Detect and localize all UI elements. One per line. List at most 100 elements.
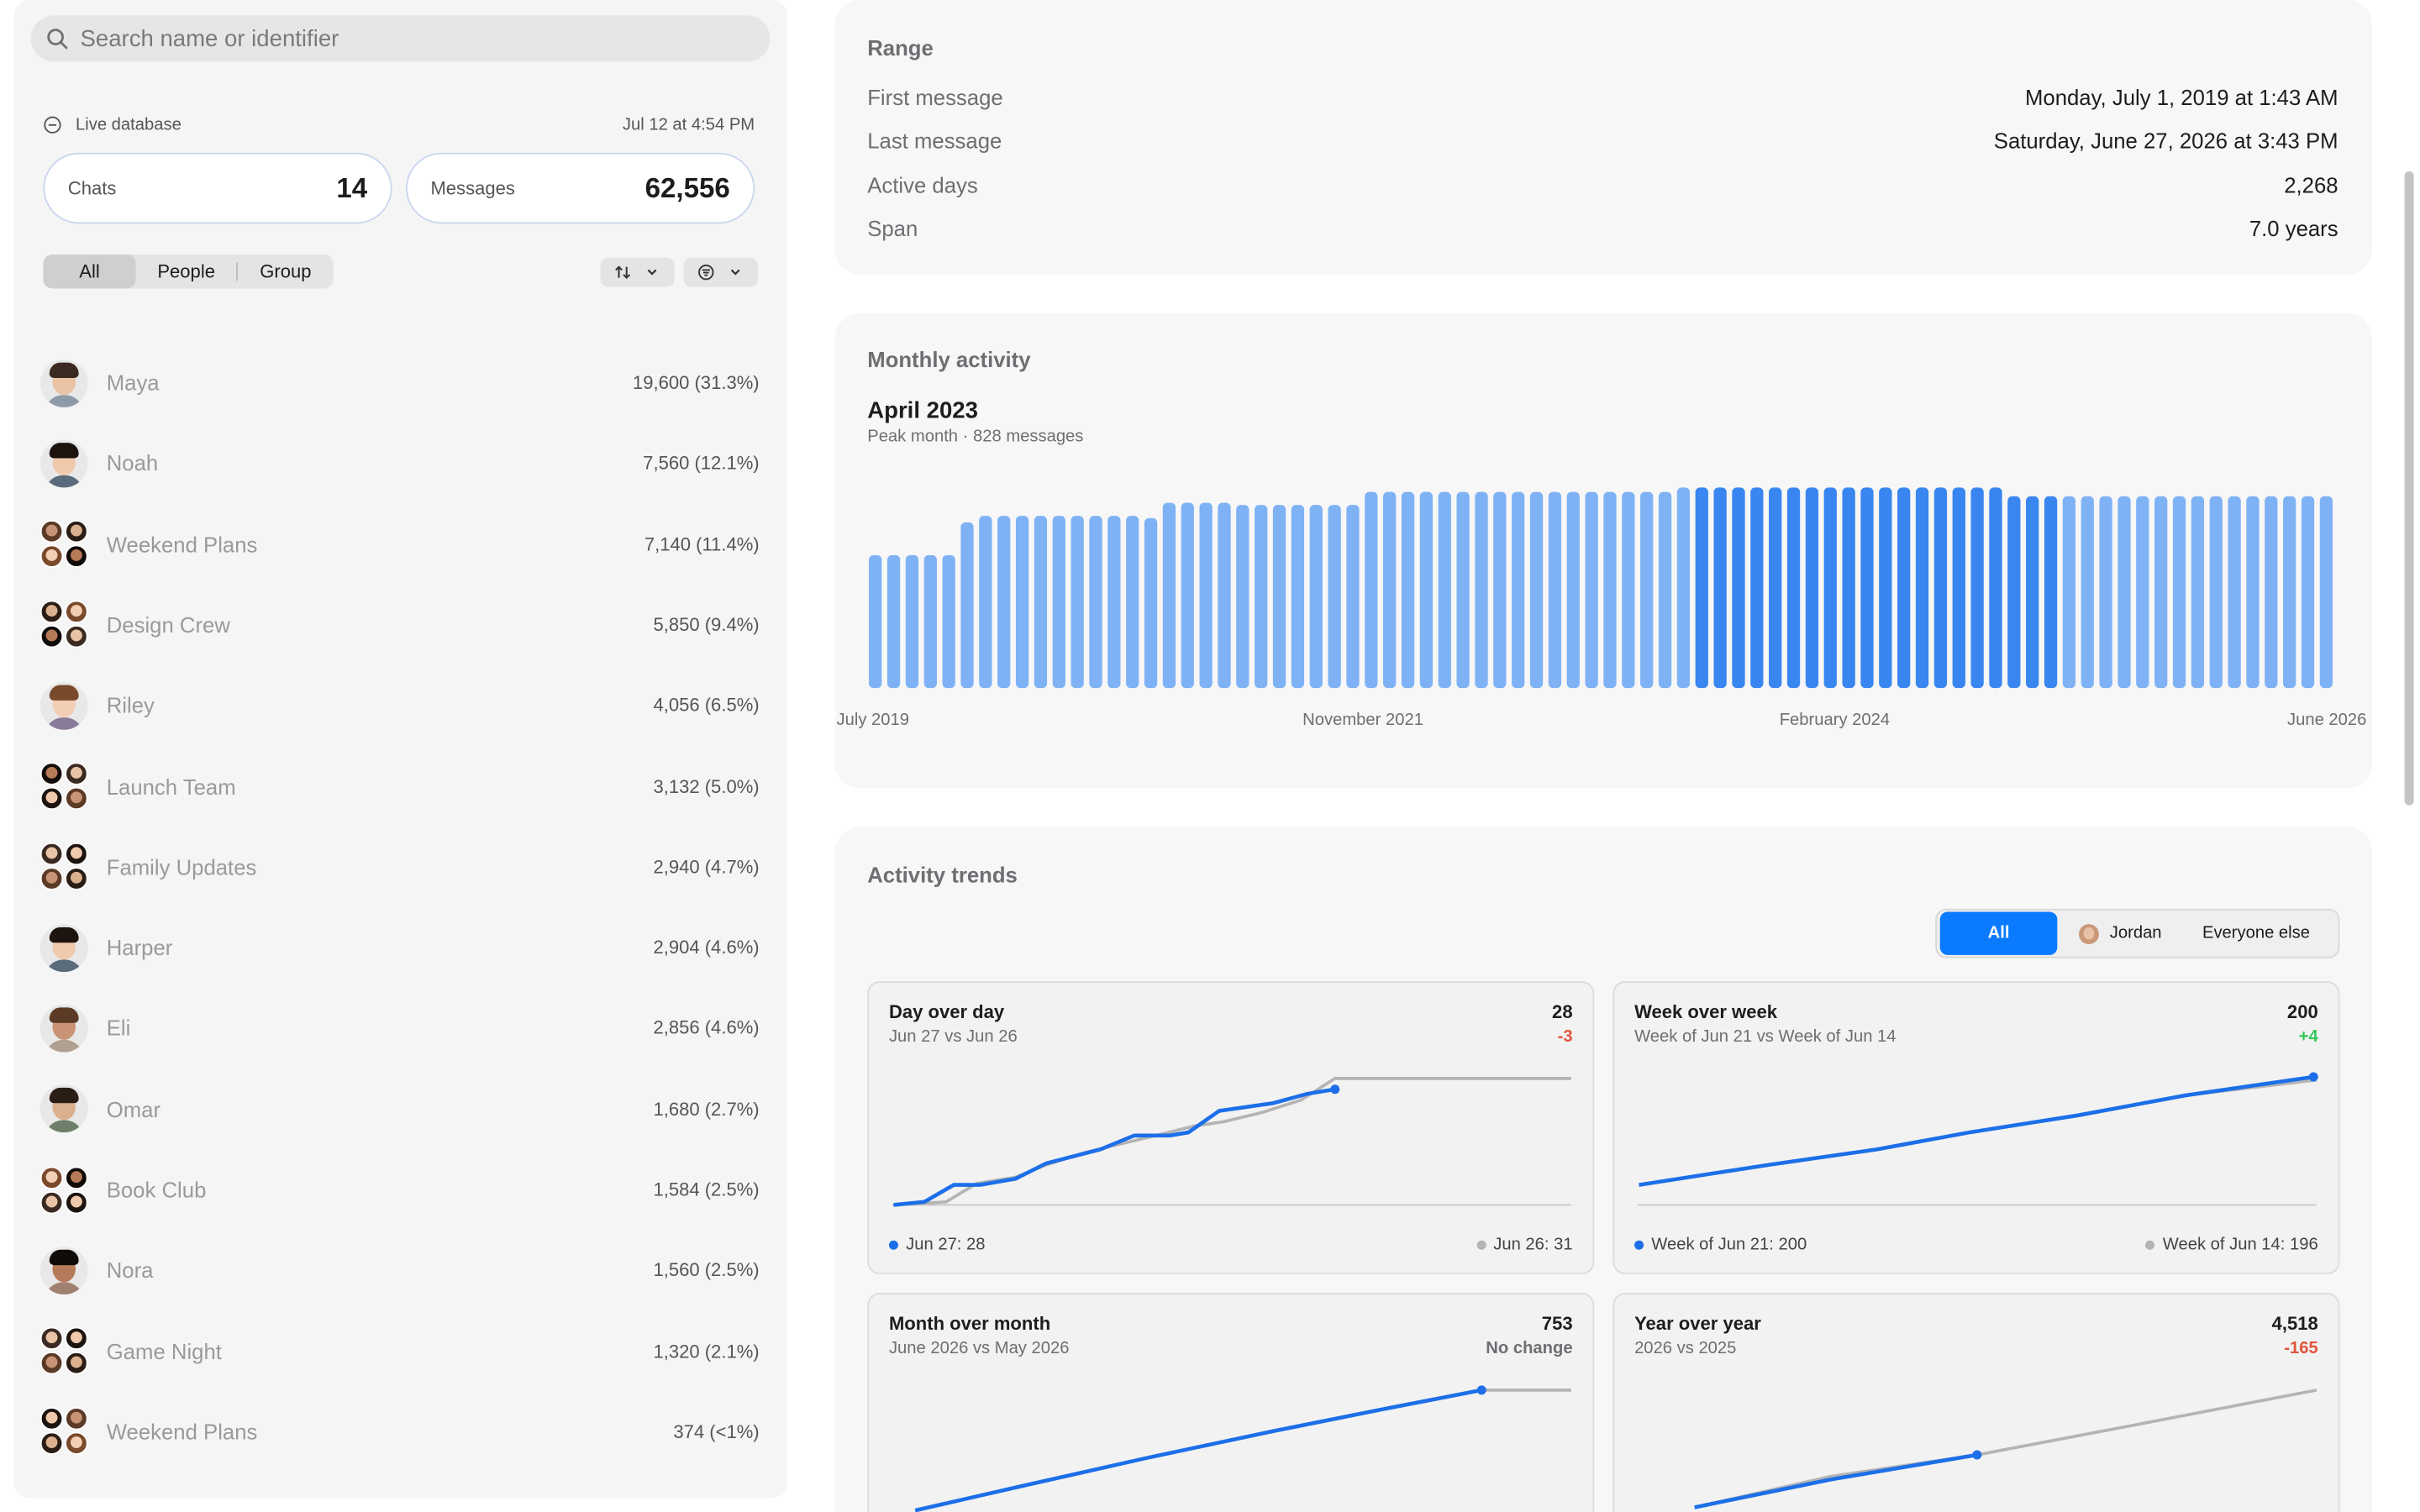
monthly-bar[interactable] (1255, 505, 1268, 689)
monthly-bar[interactable] (1199, 502, 1213, 689)
monthly-bar[interactable] (1419, 491, 1434, 689)
monthly-bar[interactable] (1566, 491, 1580, 689)
monthly-bar[interactable] (886, 554, 901, 689)
monthly-bar[interactable] (1052, 516, 1065, 689)
monthly-bar[interactable] (1126, 516, 1139, 689)
chat-list-item[interactable]: Book Club 1,584 (2.5%) (39, 1162, 760, 1217)
monthly-bar[interactable] (1236, 505, 1249, 689)
chat-list-item[interactable]: Game Night 1,320 (2.1%) (39, 1323, 760, 1378)
monthly-bar[interactable] (1438, 491, 1451, 689)
sort-button[interactable] (600, 257, 675, 287)
monthly-bar[interactable] (1676, 487, 1691, 689)
monthly-bar[interactable] (1695, 487, 1708, 689)
monthly-bar[interactable] (1512, 491, 1525, 689)
monthly-bar[interactable] (1786, 487, 1801, 689)
monthly-bar[interactable] (1383, 491, 1397, 689)
trend-filter-all[interactable]: All (1939, 911, 2058, 955)
chat-list-item[interactable]: Riley 4,056 (6.5%) (39, 678, 760, 733)
monthly-bar[interactable] (1640, 491, 1654, 689)
monthly-bar[interactable] (1769, 487, 1782, 689)
monthly-bar[interactable] (1548, 491, 1562, 689)
monthly-bar[interactable] (2136, 496, 2149, 689)
monthly-bar[interactable] (2007, 496, 2021, 689)
monthly-bar[interactable] (1622, 491, 1635, 689)
monthly-bar[interactable] (1713, 487, 1727, 689)
monthly-bar[interactable] (1309, 505, 1323, 689)
monthly-bar[interactable] (905, 554, 919, 689)
monthly-bar[interactable] (869, 554, 882, 689)
monthly-bar[interactable] (2319, 496, 2333, 689)
monthly-bar[interactable] (2062, 496, 2076, 689)
monthly-bar[interactable] (1144, 517, 1158, 689)
monthly-bar[interactable] (1933, 487, 1948, 689)
monthly-bar[interactable] (1346, 505, 1360, 689)
monthly-bar[interactable] (2081, 496, 2094, 689)
monthly-bar[interactable] (1952, 487, 1965, 689)
chat-list-item[interactable]: Weekend Plans 7,140 (11.4%) (39, 517, 760, 572)
chat-list-item[interactable]: Maya 19,600 (31.3%) (39, 354, 760, 410)
monthly-bar[interactable] (2172, 496, 2186, 689)
trend-filter-person[interactable]: Jordan (2057, 923, 2186, 944)
chat-list-item[interactable]: Family Updates 2,940 (4.7%) (39, 839, 760, 895)
chat-list-item[interactable]: Weekend Plans 374 (<1%) (39, 1404, 760, 1459)
monthly-bar[interactable] (1658, 491, 1672, 689)
monthly-bar[interactable] (1989, 487, 2002, 689)
chat-list-item[interactable]: Eli 2,856 (4.6%) (39, 1000, 760, 1056)
monthly-bar[interactable] (2118, 496, 2131, 689)
chat-list-item[interactable]: Design Crew 5,850 (9.4%) (39, 597, 760, 653)
search-bar[interactable] (30, 15, 771, 62)
monthly-bar[interactable] (2209, 496, 2223, 689)
monthly-bar[interactable] (2026, 496, 2039, 689)
monthly-bar[interactable] (2154, 496, 2168, 689)
monthly-bar[interactable] (2044, 496, 2058, 689)
monthly-bar[interactable] (1915, 487, 1929, 689)
monthly-bar[interactable] (1970, 487, 1984, 689)
monthly-bar[interactable] (1328, 505, 1341, 689)
chat-list-item[interactable]: Omar 1,680 (2.7%) (39, 1081, 760, 1137)
monthly-bar[interactable] (1291, 505, 1305, 689)
monthly-bar[interactable] (2191, 496, 2205, 689)
filter-group[interactable]: Group (239, 255, 334, 288)
monthly-bar[interactable] (2099, 496, 2112, 689)
chat-list-item[interactable]: Nora 1,560 (2.5%) (39, 1242, 760, 1298)
monthly-bar[interactable] (1823, 487, 1837, 689)
monthly-bar[interactable] (1365, 491, 1378, 689)
monthly-bar[interactable] (1071, 516, 1084, 689)
scrollbar[interactable] (2404, 171, 2414, 806)
filter-people[interactable]: People (136, 255, 237, 288)
monthly-bar[interactable] (1529, 491, 1544, 689)
monthly-bar[interactable] (1897, 487, 1911, 689)
chat-list-item[interactable]: Launch Team 3,132 (5.0%) (39, 759, 760, 814)
chat-list-item[interactable]: Noah 7,560 (12.1%) (39, 435, 760, 491)
monthly-bar[interactable] (1034, 516, 1048, 689)
monthly-bar[interactable] (1732, 487, 1745, 689)
monthly-bar[interactable] (960, 522, 974, 689)
monthly-bar[interactable] (1272, 505, 1286, 689)
monthly-bar[interactable] (942, 554, 955, 689)
chat-list-item[interactable]: Harper 2,904 (4.6%) (39, 920, 760, 975)
monthly-bar[interactable] (1181, 502, 1194, 689)
monthly-bar[interactable] (1493, 491, 1507, 689)
monthly-bar[interactable] (997, 516, 1011, 689)
monthly-bar[interactable] (1015, 516, 1029, 689)
monthly-bar[interactable] (979, 516, 992, 689)
monthly-bar[interactable] (2283, 496, 2296, 689)
monthly-bar[interactable] (1218, 502, 1231, 689)
monthly-bar[interactable] (1089, 516, 1102, 689)
monthly-bar[interactable] (1585, 491, 1598, 689)
monthly-bar[interactable] (1842, 487, 1855, 689)
search-input[interactable] (80, 25, 729, 52)
monthly-bar[interactable] (1162, 502, 1176, 689)
filter-all[interactable]: All (43, 255, 136, 289)
monthly-bar[interactable] (1475, 491, 1488, 689)
trend-filter-everyone-else[interactable]: Everyone else (2187, 924, 2310, 942)
monthly-bar[interactable] (1750, 487, 1764, 689)
monthly-bar[interactable] (2246, 496, 2260, 689)
monthly-bar[interactable] (1879, 487, 1892, 689)
monthly-bar[interactable] (1401, 491, 1415, 689)
monthly-bar[interactable] (1805, 487, 1819, 689)
monthly-bar[interactable] (1860, 487, 1874, 689)
monthly-bar[interactable] (923, 554, 937, 689)
monthly-bar[interactable] (2265, 496, 2278, 689)
filter-menu-button[interactable] (683, 257, 758, 287)
